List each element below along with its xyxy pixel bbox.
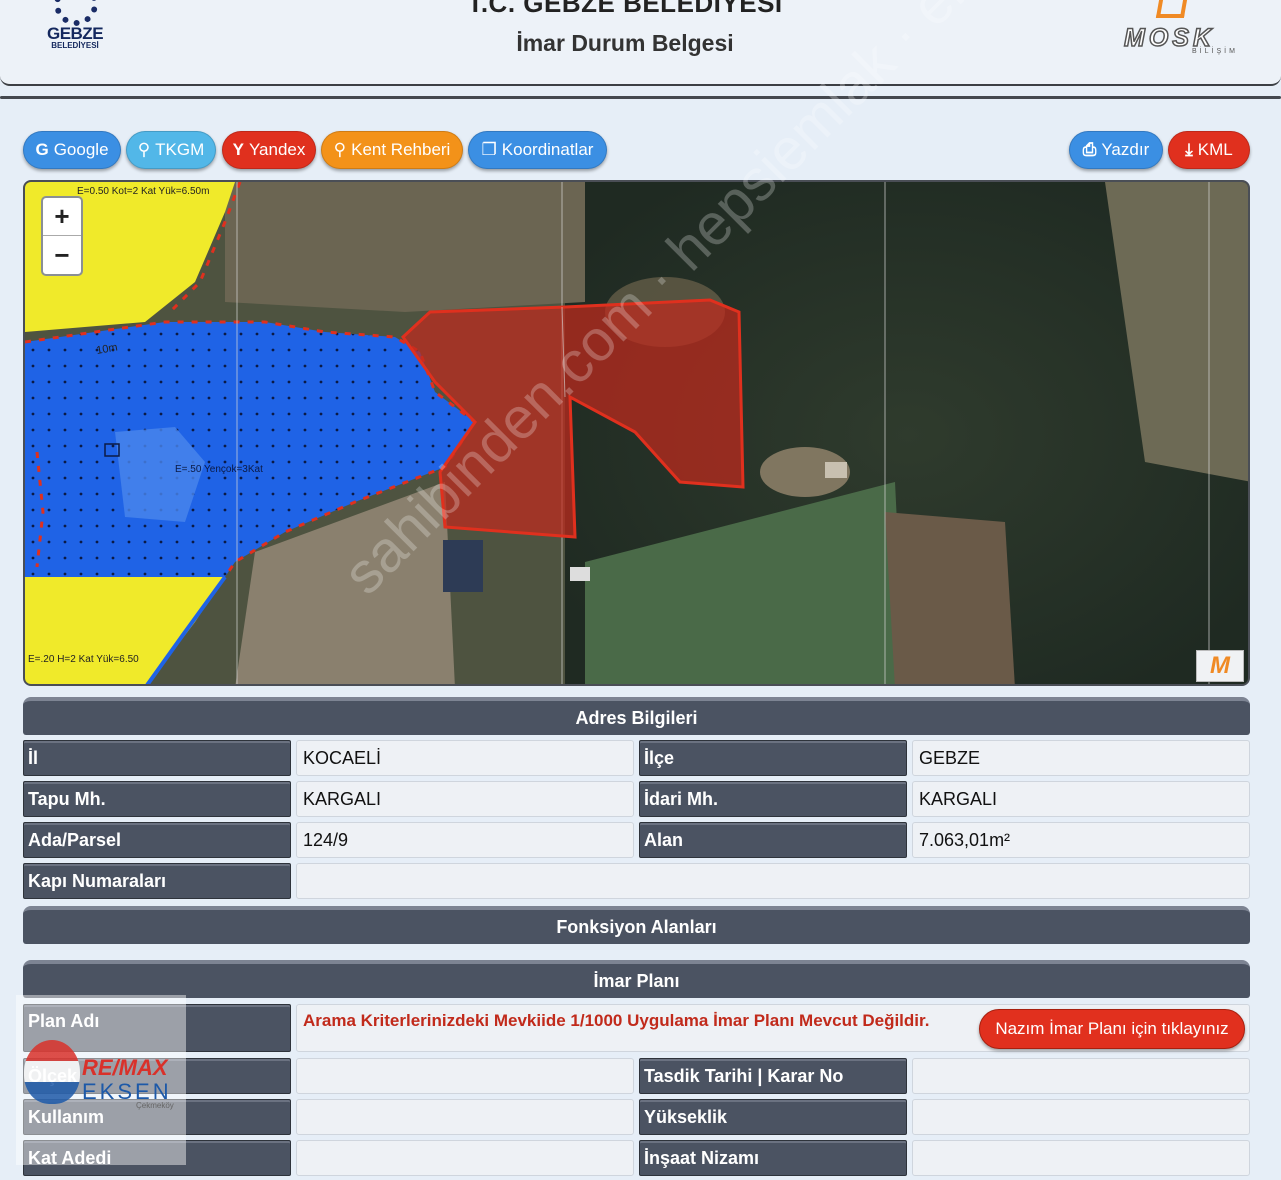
kent-rehberi-button-label: Kent Rehberi xyxy=(351,140,451,159)
agency-name: RE/MAX xyxy=(82,1055,168,1080)
plan-note-top: E=0.50 Kot=2 Kat Yük=6.50m xyxy=(77,186,209,197)
insaat-nizami-label: İnşaat Nizamı xyxy=(639,1140,907,1176)
yandex-button[interactable]: Y Yandex xyxy=(222,131,316,169)
il-value: KOCAELİ xyxy=(296,740,634,776)
map-pin-icon: ⚲ xyxy=(137,140,151,159)
map-canvas: E=0.50 Kot=2 Kat Yük=6.50m E=.50 Yençok=… xyxy=(25,182,1248,684)
page-title: T.C. GEBZE BELEDİYESİ xyxy=(467,0,783,18)
ilce-value: GEBZE xyxy=(912,740,1250,776)
ilce-label: İlçe xyxy=(639,740,907,776)
ada-parsel-label: Ada/Parsel xyxy=(23,822,291,858)
idari-mh-label: İdari Mh. xyxy=(639,781,907,817)
google-icon: G xyxy=(35,140,49,159)
gear-icon xyxy=(54,0,98,26)
zoom-out-button[interactable]: − xyxy=(43,236,81,274)
adres-section-header: Adres Bilgileri xyxy=(23,697,1250,735)
gebze-municipality-logo: GEBZE BELEDİYESİ xyxy=(40,0,110,55)
page-header: GEBZE BELEDİYESİ T.C. GEBZE BELEDİYESİ İ… xyxy=(0,0,1281,86)
alan-value: 7.063,01m² xyxy=(912,822,1250,858)
building xyxy=(443,540,483,592)
map-pin-icon: ⚲ xyxy=(333,140,347,159)
zoom-control: + − xyxy=(41,196,83,276)
mosk-m-icon xyxy=(1155,0,1189,18)
imar-section-header: İmar Planı xyxy=(23,960,1250,998)
tkgm-button[interactable]: ⚲ TKGM xyxy=(126,131,216,169)
plan-note-mid: E=.50 Yençok=3Kat xyxy=(175,464,263,475)
idari-mh-value: KARGALI xyxy=(912,781,1250,817)
page-subtitle: İmar Durum Belgesi xyxy=(516,30,734,56)
header-divider xyxy=(0,96,1281,99)
olcek-value xyxy=(296,1058,634,1094)
map-brand-logo: M xyxy=(1196,650,1244,682)
google-button[interactable]: G Google xyxy=(23,131,121,169)
kml-button[interactable]: ⤓ KML xyxy=(1168,131,1250,169)
kapi-numaralari-label: Kapı Numaraları xyxy=(23,863,291,899)
tapu-mh-value: KARGALI xyxy=(296,781,634,817)
yandex-button-label: Yandex xyxy=(248,140,306,159)
ada-parsel-value: 124/9 xyxy=(296,822,634,858)
download-icon: ⤓ xyxy=(1185,140,1193,159)
parcel-map[interactable]: E=0.50 Kot=2 Kat Yük=6.50m E=.50 Yençok=… xyxy=(23,180,1250,686)
kml-button-label: KML xyxy=(1197,140,1233,159)
kapi-numaralari-value xyxy=(296,863,1250,899)
plan-adi-warning: Arama Kriterlerinizdeki Mevkiide 1/1000 … xyxy=(303,1011,930,1030)
building xyxy=(570,567,590,581)
yukseklik-value xyxy=(912,1099,1250,1135)
building xyxy=(825,462,847,478)
printer-icon: ⎙ xyxy=(1082,140,1097,159)
alan-label: Alan xyxy=(639,822,907,858)
koordinatlar-button-label: Koordinatlar xyxy=(501,140,594,159)
remax-agency-watermark: RE/MAX EKSEN Çekmeköy xyxy=(16,995,186,1165)
kat-adedi-value xyxy=(296,1140,634,1176)
yandex-icon: Y xyxy=(232,140,244,159)
kullanim-value xyxy=(296,1099,634,1135)
logo-left-subtext: BELEDİYESİ xyxy=(51,41,99,50)
tkgm-button-label: TKGM xyxy=(155,140,205,159)
nazim-imar-plani-button[interactable]: Nazım İmar Planı için tıklayınız xyxy=(979,1009,1245,1049)
il-label: İl xyxy=(23,740,291,776)
agency-district: Çekmeköy xyxy=(136,1101,174,1110)
kent-rehberi-button[interactable]: ⚲ Kent Rehberi xyxy=(321,131,463,169)
zoom-in-button[interactable]: + xyxy=(43,198,81,236)
tasdik-tarihi-value xyxy=(912,1058,1250,1094)
insaat-nizami-value xyxy=(912,1140,1250,1176)
koordinatlar-button[interactable]: ❐ Koordinatlar xyxy=(468,131,607,169)
tapu-mh-label: Tapu Mh. xyxy=(23,781,291,817)
fonksiyon-section-header: Fonksiyon Alanları xyxy=(23,906,1250,944)
google-button-label: Google xyxy=(53,140,109,159)
yukseklik-label: Yükseklik xyxy=(639,1099,907,1135)
print-button-label: Yazdır xyxy=(1101,140,1150,159)
balloon-icon xyxy=(24,1040,80,1104)
tasdik-tarihi-label: Tasdik Tarihi | Karar No xyxy=(639,1058,907,1094)
copy-icon: ❐ xyxy=(481,140,497,159)
plan-note-bottom: E=.20 H=2 Kat Yük=6.50 xyxy=(28,654,139,665)
mosk-logo-subtext: BİLİŞİM xyxy=(1192,48,1238,55)
print-button[interactable]: ⎙ Yazdır xyxy=(1069,131,1163,169)
mosk-logo: MOSK BİLİŞİM xyxy=(1120,0,1260,60)
